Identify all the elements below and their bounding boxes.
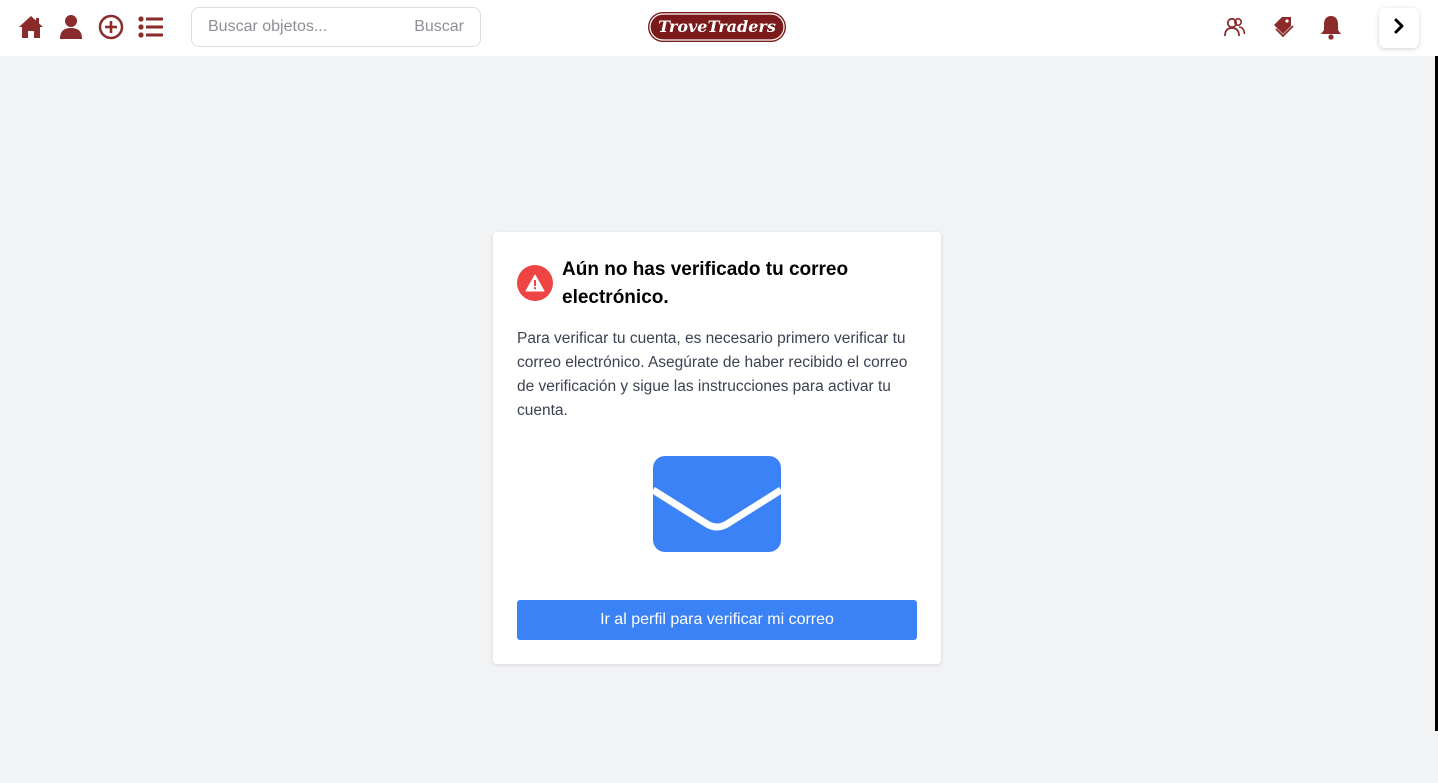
bell-icon[interactable]: [1318, 14, 1344, 40]
top-navbar: Buscar TroveTraders: [0, 0, 1438, 56]
search-button[interactable]: Buscar: [414, 8, 464, 46]
people-icon[interactable]: [1222, 14, 1248, 40]
envelope-icon: [651, 456, 783, 552]
logo-text: TroveTraders: [658, 17, 776, 36]
add-circle-icon[interactable]: [98, 14, 124, 40]
tags-icon[interactable]: [1270, 14, 1296, 40]
search-input[interactable]: [208, 8, 398, 46]
notice-title: Aún no has verificado tu correo electrón…: [562, 259, 849, 308]
user-icon[interactable]: [58, 14, 84, 40]
trovetraders-logo[interactable]: TroveTraders: [646, 9, 788, 45]
list-icon[interactable]: [138, 14, 164, 40]
notice-body: Para verificar tu cuenta, es necesario p…: [517, 330, 908, 419]
go-to-profile-button[interactable]: Ir al perfil para verificar mi correo: [517, 600, 917, 640]
warning-icon: [517, 265, 553, 301]
home-icon[interactable]: [18, 14, 44, 40]
verification-notice-card: Aún no has verificado tu correo electrón…: [493, 232, 941, 664]
collapse-sidebar-button[interactable]: [1379, 8, 1419, 48]
search-box: Buscar: [191, 7, 481, 47]
chevron-right-icon: [1393, 18, 1405, 39]
